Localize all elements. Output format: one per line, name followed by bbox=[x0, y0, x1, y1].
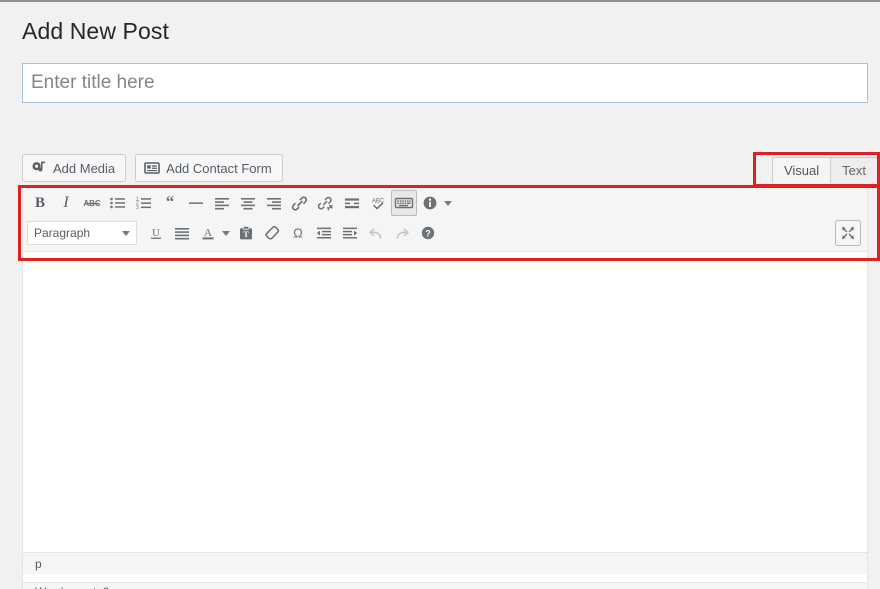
add-media-label: Add Media bbox=[53, 160, 116, 176]
word-count: Word count: 0 bbox=[22, 583, 868, 589]
keyboard-icon[interactable] bbox=[391, 190, 417, 216]
info-circle-icon[interactable] bbox=[417, 190, 443, 216]
add-contact-form-label: Add Contact Form bbox=[166, 160, 272, 176]
align-justify-icon[interactable] bbox=[169, 220, 195, 246]
svg-text:Ω: Ω bbox=[293, 226, 303, 241]
post-title-input[interactable] bbox=[22, 63, 868, 103]
strikethrough-abc-icon[interactable]: ABC bbox=[79, 190, 105, 216]
unordered-list-icon[interactable] bbox=[105, 190, 131, 216]
eraser-icon[interactable] bbox=[259, 220, 285, 246]
toolbar-row-2: Paragraph U A T Ω ? bbox=[27, 218, 863, 248]
underline-icon[interactable]: U bbox=[143, 220, 169, 246]
align-right-icon[interactable] bbox=[261, 190, 287, 216]
align-center-icon[interactable] bbox=[235, 190, 261, 216]
text-color-icon[interactable]: A bbox=[195, 220, 221, 246]
svg-text:T: T bbox=[243, 230, 249, 239]
ordered-list-icon[interactable]: 1 2 3 bbox=[131, 190, 157, 216]
element-path: p bbox=[23, 552, 867, 574]
fullscreen-expand-icon[interactable] bbox=[835, 220, 861, 246]
paragraph-format-select[interactable]: Paragraph bbox=[27, 221, 137, 245]
unlink-icon[interactable] bbox=[313, 190, 339, 216]
paste-as-text-icon[interactable]: T bbox=[233, 220, 259, 246]
blockquote-icon[interactable]: “ bbox=[157, 190, 183, 216]
horizontal-rule-icon[interactable] bbox=[183, 190, 209, 216]
svg-text:“: “ bbox=[166, 195, 175, 211]
bold-icon[interactable]: B bbox=[27, 190, 53, 216]
spellcheck-abc-icon[interactable]: ABC bbox=[365, 190, 391, 216]
add-media-button[interactable]: Add Media bbox=[22, 154, 127, 182]
tab-visual[interactable]: Visual bbox=[771, 157, 832, 183]
svg-text:A: A bbox=[204, 227, 212, 239]
paragraph-format-select-wrapper: Paragraph bbox=[27, 221, 137, 245]
help-circle-icon[interactable]: ? bbox=[415, 220, 441, 246]
undo-icon[interactable] bbox=[363, 220, 389, 246]
read-more-icon[interactable] bbox=[339, 190, 365, 216]
italic-icon[interactable]: I bbox=[53, 190, 79, 216]
text-color-caret-icon[interactable] bbox=[222, 230, 230, 236]
svg-text:?: ? bbox=[425, 228, 431, 238]
contact-form-icon bbox=[144, 160, 160, 176]
toolbar-toggle-caret-icon[interactable] bbox=[444, 200, 452, 206]
svg-text:U: U bbox=[152, 227, 160, 239]
post-content-editor[interactable] bbox=[23, 252, 867, 552]
svg-text:3: 3 bbox=[136, 205, 139, 211]
post-title-field-wrapper bbox=[22, 63, 868, 103]
tab-text[interactable]: Text bbox=[830, 157, 878, 183]
media-camera-icon bbox=[31, 160, 47, 176]
omega-icon[interactable]: Ω bbox=[285, 220, 311, 246]
element-path-text: p bbox=[35, 556, 42, 571]
indent-icon[interactable] bbox=[337, 220, 363, 246]
outdent-icon[interactable] bbox=[311, 220, 337, 246]
add-contact-form-button[interactable]: Add Contact Form bbox=[135, 154, 283, 182]
align-left-icon[interactable] bbox=[209, 190, 235, 216]
editor-toolbar: B I ABC 1 2 3 “ ABC Paragraph U A T Ω ? bbox=[23, 186, 867, 252]
toolbar-row-1: B I ABC 1 2 3 “ ABC bbox=[27, 188, 863, 218]
redo-icon[interactable] bbox=[389, 220, 415, 246]
page-title: Add New Post bbox=[22, 18, 169, 44]
window-top-rule bbox=[0, 0, 880, 2]
media-buttons-row: Add Media Add Contact Form bbox=[22, 154, 283, 182]
add-new-post-screen: Add New Post Add Media bbox=[0, 0, 880, 589]
link-icon[interactable] bbox=[287, 190, 313, 216]
post-editor: B I ABC 1 2 3 “ ABC Paragraph U A T Ω ? … bbox=[22, 186, 868, 583]
editor-mode-tabs: Visual Text bbox=[771, 157, 878, 183]
